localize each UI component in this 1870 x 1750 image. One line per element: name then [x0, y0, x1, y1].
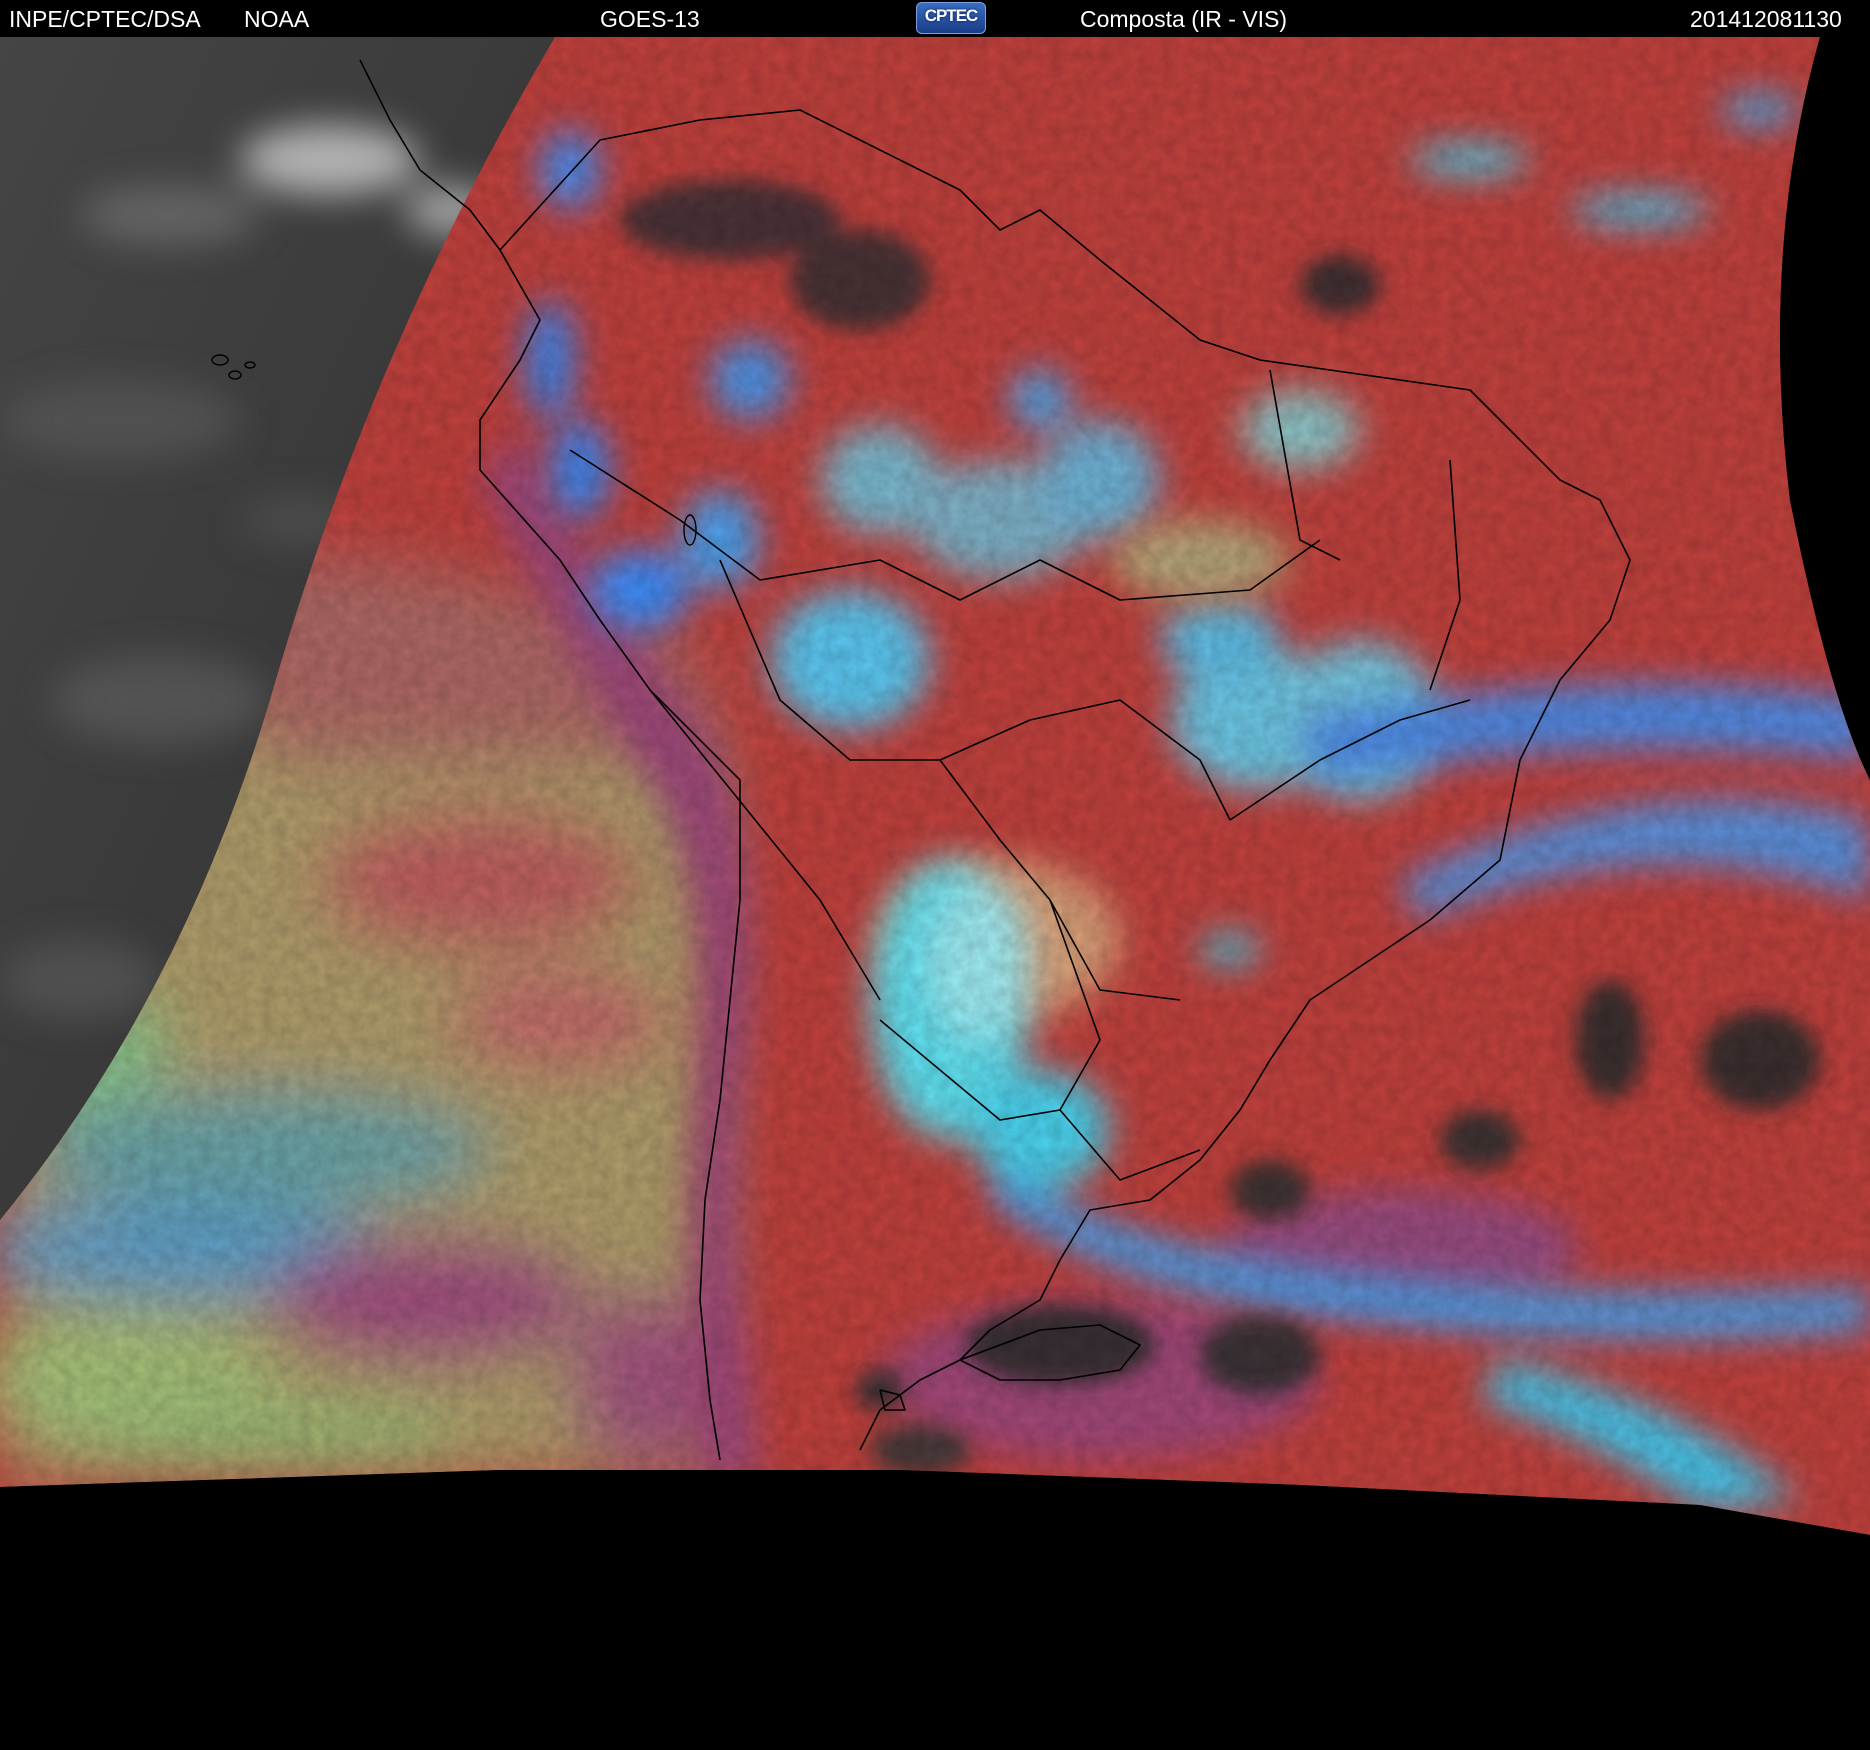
agency-label: NOAA — [244, 6, 310, 32]
image-header-bar: INPE/CPTEC/DSA NOAA GOES-13 CPTEC Compos… — [0, 0, 1870, 37]
product-label: Composta (IR - VIS) — [1080, 6, 1288, 32]
organization-label: INPE/CPTEC/DSA — [9, 6, 201, 32]
satellite-label: GOES-13 — [600, 6, 700, 32]
logo-text: CPTEC — [924, 6, 979, 25]
no-data-area — [0, 1470, 1870, 1750]
timestamp-label: 201412081130 — [1690, 6, 1842, 32]
cptec-logo-icon: CPTEC — [916, 2, 986, 34]
satellite-composite-image — [0, 0, 1870, 1750]
